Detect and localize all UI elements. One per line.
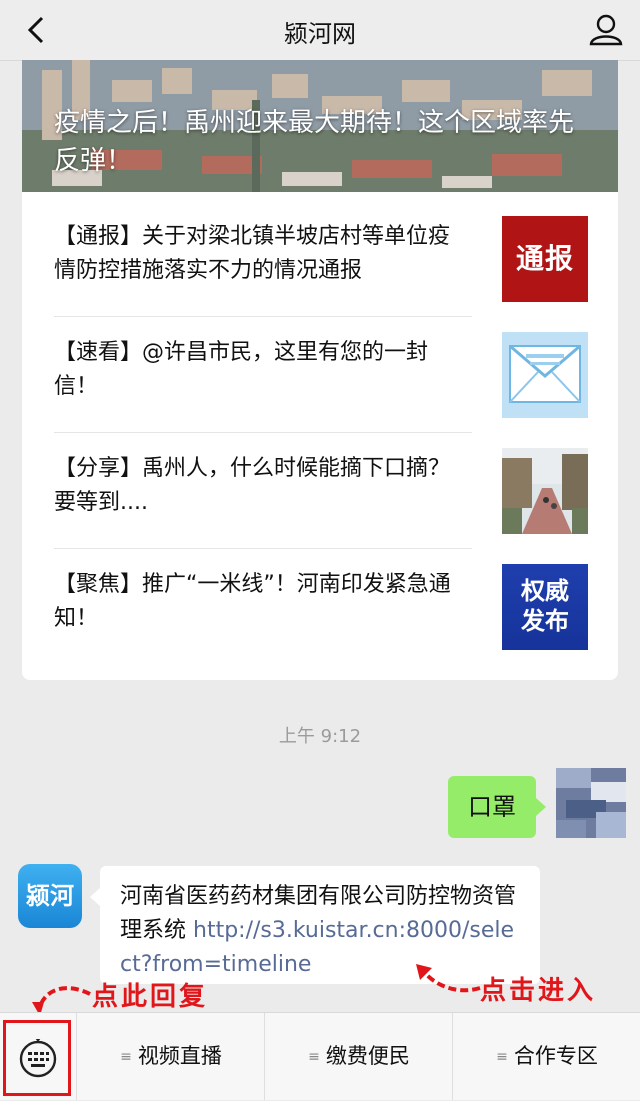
- official-account-avatar[interactable]: 颍河: [18, 864, 82, 928]
- bottom-menu-bar: ≡ 视频直播 ≡ 缴费便民 ≡ 合作专区: [0, 1012, 640, 1100]
- menu-cooperation[interactable]: ≡ 合作专区: [452, 1013, 640, 1100]
- hero-article[interactable]: 疫情之后！禹州迎来最大期待！这个区域率先反弹！: [22, 60, 618, 192]
- article-list-item[interactable]: 【速看】@许昌市民，这里有您的一封信！: [54, 308, 618, 424]
- my-avatar[interactable]: [556, 768, 626, 838]
- article-thumbnail: 通报: [502, 216, 588, 302]
- keyboard-toggle-button[interactable]: [0, 1013, 76, 1100]
- menu-lines-icon: ≡: [308, 1049, 320, 1065]
- article-list-item[interactable]: 【分享】禹州人，什么时候能摘下口摘？要等到....: [54, 424, 618, 540]
- envelope-thumbnail: [502, 332, 588, 418]
- menu-lines-icon: ≡: [120, 1049, 132, 1065]
- thumbnail-label: 权威: [521, 577, 569, 605]
- street-photo-thumbnail: [502, 448, 588, 534]
- menu-label: 视频直播: [137, 1044, 222, 1068]
- user-icon: [589, 14, 623, 46]
- avatar-image: [556, 768, 626, 838]
- sent-message-bubble[interactable]: 口罩: [448, 776, 546, 838]
- thumbnail-label: 通报: [515, 242, 574, 275]
- reply-hint-annotation: 点此回复: [92, 982, 209, 1012]
- article-card: 疫情之后！禹州迎来最大期待！这个区域率先反弹！ 【通报】关于对梁北镇半坡店村等单…: [22, 60, 618, 680]
- keyboard-icon: [19, 1039, 57, 1078]
- menu-video-live[interactable]: ≡ 视频直播: [76, 1013, 265, 1100]
- hero-title: 疫情之后！禹州迎来最大期待！这个区域率先反弹！: [54, 108, 575, 176]
- menu-label: 合作专区: [513, 1044, 598, 1068]
- article-title: 【分享】禹州人，什么时候能摘下口摘？要等到....: [54, 456, 451, 515]
- article-title: 【聚焦】推广“一米线”！河南印发紧急通知！: [54, 572, 451, 631]
- page-title: 颍河网: [284, 20, 356, 48]
- envelope-icon: [502, 332, 588, 418]
- article-title: 【速看】@许昌市民，这里有您的一封信！: [54, 340, 429, 399]
- article-list-item[interactable]: 【聚焦】推广“一米线”！河南印发紧急通知！ 权威 发布: [54, 540, 618, 656]
- menu-label: 缴费便民: [325, 1044, 410, 1068]
- profile-button[interactable]: [586, 10, 626, 50]
- thumbnail-label: 发布: [521, 607, 569, 635]
- article-list-item[interactable]: 【通报】关于对梁北镇半坡店村等单位疫情防控措施落实不力的情况通报 通报: [54, 192, 618, 308]
- curved-arrow-icon: [416, 964, 481, 993]
- chat-timestamp: 上午 9:12: [278, 726, 362, 747]
- top-nav-bar: 颍河网: [0, 0, 640, 61]
- article-title: 【通报】关于对梁北镇半坡店村等单位疫情防控措施落实不力的情况通报: [54, 224, 451, 283]
- article-thumbnail: 权威 发布: [502, 564, 588, 650]
- enter-hint-annotation: 点击进入: [480, 976, 597, 1006]
- menu-payment[interactable]: ≡ 缴费便民: [264, 1013, 453, 1100]
- menu-lines-icon: ≡: [496, 1049, 508, 1065]
- street-photo-image: [502, 448, 588, 534]
